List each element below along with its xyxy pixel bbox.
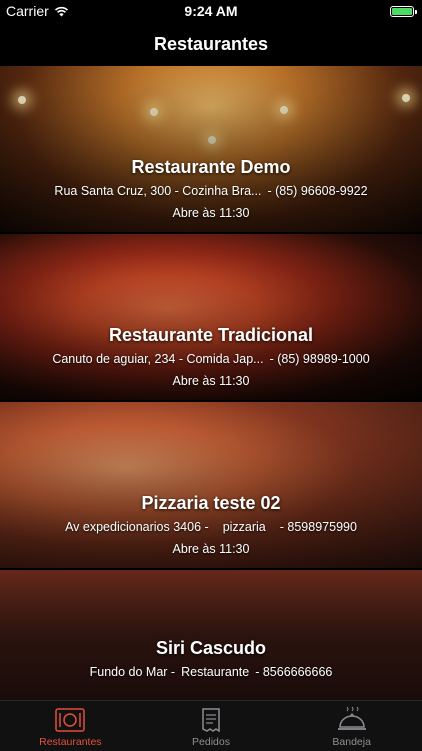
restaurant-category: pizzaria: [222, 520, 266, 534]
restaurant-name: Restaurante Tradicional: [108, 325, 314, 345]
restaurant-info: Fundo do Mar - Restaurante - 8566666666: [0, 665, 422, 679]
restaurant-category: Restaurante: [181, 665, 250, 679]
restaurant-card[interactable]: Siri Cascudo Fundo do Mar - Restaurante …: [0, 570, 422, 700]
cloche-icon: [337, 707, 366, 730]
plate-cutlery-icon: [55, 708, 86, 732]
status-bar: Carrier 9:24 AM: [0, 0, 422, 22]
tab-label: Bandeja: [332, 736, 371, 748]
restaurant-card[interactable]: Restaurante Demo Rua Santa Cruz, 300 - C…: [0, 66, 422, 232]
tab-label: Pedidos: [192, 736, 230, 748]
restaurant-info: Rua Santa Cruz, 300 - Cozinha Bra... - (…: [0, 184, 422, 198]
restaurant-name: Pizzaria teste 02: [141, 493, 281, 513]
restaurant-hours: Abre às 11:30: [172, 542, 250, 556]
tab-bandeja[interactable]: Bandeja: [281, 701, 422, 751]
page-title: Restaurantes: [153, 33, 269, 54]
restaurant-name: Siri Cascudo: [155, 638, 267, 658]
restaurant-address: Canuto de aguiar, 234 - Comida Jap...: [52, 352, 264, 366]
restaurant-hours: Abre às 11:30: [172, 206, 250, 220]
restaurant-info: Av expedicionarios 3406 - pizzaria - 859…: [0, 520, 422, 534]
restaurant-address: Rua Santa Cruz, 300 - Cozinha Bra...: [54, 184, 262, 198]
restaurant-info: Canuto de aguiar, 234 - Comida Jap... - …: [0, 352, 422, 366]
restaurant-name: Restaurante Demo: [131, 157, 291, 177]
receipt-icon: [202, 708, 220, 733]
restaurant-phone: - 8566666666: [255, 665, 333, 679]
restaurant-card[interactable]: Pizzaria teste 02 Av expedicionarios 340…: [0, 402, 422, 568]
tab-label: Restaurantes: [39, 736, 102, 748]
battery-icon: [390, 5, 417, 17]
restaurant-phone: - 8598975990: [279, 520, 357, 534]
tab-bar: Restaurantes Pedidos Bandeja: [0, 700, 422, 751]
restaurant-hours: Abre às 11:30: [172, 374, 250, 388]
restaurant-card[interactable]: Restaurante Tradicional Canuto de aguiar…: [0, 234, 422, 400]
restaurant-address: Av expedicionarios 3406 -: [65, 520, 209, 534]
status-time: 9:24 AM: [184, 3, 238, 19]
restaurant-phone: - (85) 96608-9922: [267, 184, 368, 198]
tab-pedidos[interactable]: Pedidos: [141, 701, 282, 751]
restaurant-list[interactable]: Restaurante Demo Rua Santa Cruz, 300 - C…: [0, 66, 422, 700]
tab-restaurantes[interactable]: Restaurantes: [0, 701, 141, 751]
nav-bar: Restaurantes: [0, 22, 422, 66]
restaurant-phone: - (85) 98989-1000: [269, 352, 370, 366]
restaurant-address: Fundo do Mar -: [89, 665, 176, 679]
